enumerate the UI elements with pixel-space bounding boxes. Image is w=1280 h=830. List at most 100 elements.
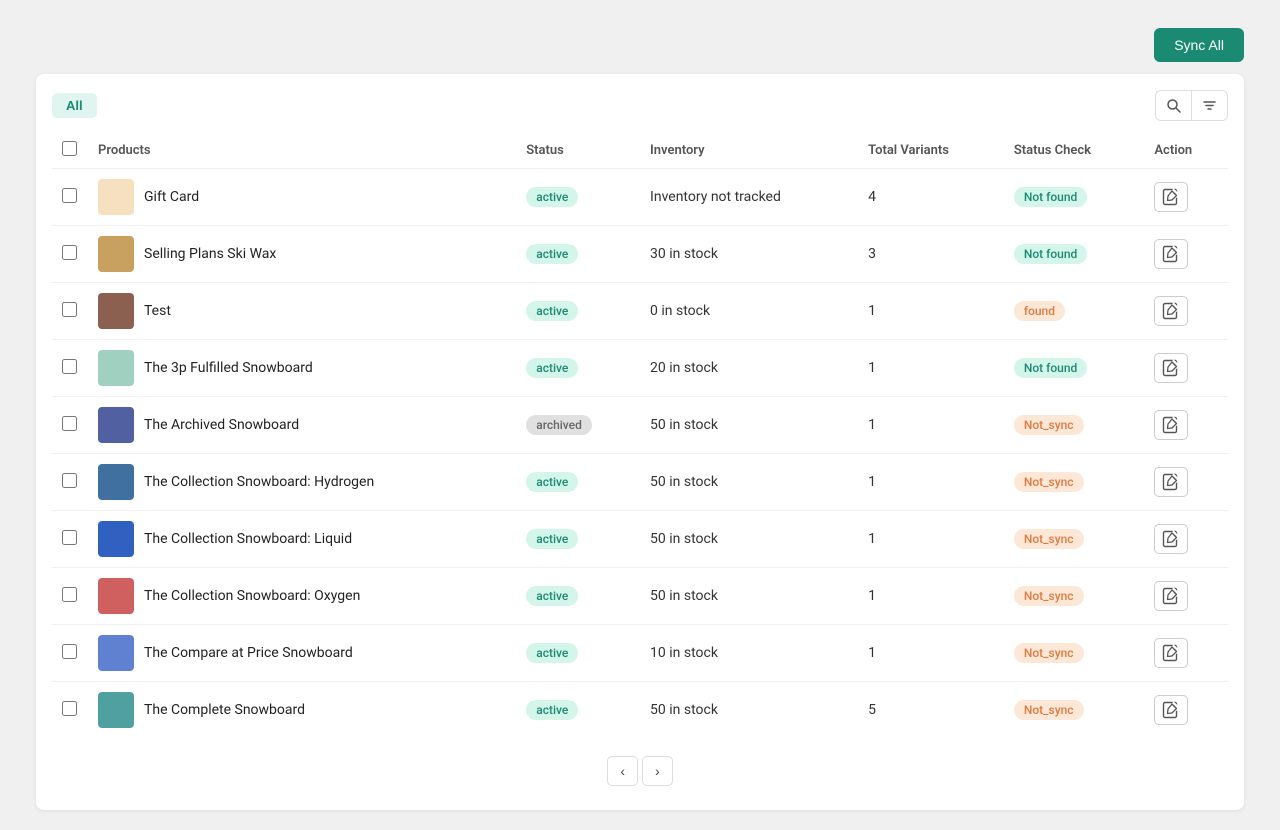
status-badge: active xyxy=(526,244,578,264)
action-cell xyxy=(1144,682,1228,739)
status-badge: active xyxy=(526,301,578,321)
edit-button[interactable] xyxy=(1154,296,1188,326)
row-checkbox-0[interactable] xyxy=(62,188,77,203)
search-button[interactable] xyxy=(1156,91,1192,120)
edit-button[interactable] xyxy=(1154,410,1188,440)
next-page-button[interactable]: › xyxy=(642,756,673,786)
status-check-cell: Not_sync xyxy=(1004,625,1145,682)
total-variants-value: 4 xyxy=(868,189,876,205)
status-check-badge: found xyxy=(1014,301,1065,321)
row-checkbox-cell xyxy=(52,283,88,340)
status-badge: active xyxy=(526,643,578,663)
edit-button[interactable] xyxy=(1154,467,1188,497)
status-badge: archived xyxy=(526,415,592,435)
row-checkbox-4[interactable] xyxy=(62,416,77,431)
inventory-value: 50 in stock xyxy=(650,474,718,490)
edit-button[interactable] xyxy=(1154,638,1188,668)
row-checkbox-2[interactable] xyxy=(62,302,77,317)
row-checkbox-7[interactable] xyxy=(62,587,77,602)
edit-icon xyxy=(1162,587,1180,605)
edit-button[interactable] xyxy=(1154,581,1188,611)
product-cell: Selling Plans Ski Wax xyxy=(88,226,516,283)
product-image xyxy=(98,464,134,500)
product-cell: The Compare at Price Snowboard xyxy=(88,625,516,682)
edit-icon xyxy=(1162,701,1180,719)
status-check-cell: Not_sync xyxy=(1004,568,1145,625)
action-cell xyxy=(1144,283,1228,340)
edit-icon xyxy=(1162,473,1180,491)
table-row: The Collection Snowboard: Hydrogen activ… xyxy=(52,454,1228,511)
row-checkbox-8[interactable] xyxy=(62,644,77,659)
status-badge: active xyxy=(526,472,578,492)
edit-button[interactable] xyxy=(1154,695,1188,725)
edit-button[interactable] xyxy=(1154,239,1188,269)
total-variants-value: 1 xyxy=(868,531,876,547)
top-bar: Sync All xyxy=(20,20,1260,74)
inventory-value: 50 in stock xyxy=(650,531,718,547)
row-checkbox-cell xyxy=(52,511,88,568)
prev-page-button[interactable]: ‹ xyxy=(607,756,638,786)
sync-all-button[interactable]: Sync All xyxy=(1154,28,1244,62)
total-variants-cell: 1 xyxy=(858,625,1004,682)
status-check-badge: Not found xyxy=(1014,358,1087,378)
col-products: Products xyxy=(88,133,516,169)
inventory-value: 20 in stock xyxy=(650,360,718,376)
table-row: Test active 0 in stock 1 found xyxy=(52,283,1228,340)
total-variants-value: 1 xyxy=(868,417,876,433)
edit-button[interactable] xyxy=(1154,524,1188,554)
status-cell: active xyxy=(516,283,640,340)
row-checkbox-5[interactable] xyxy=(62,473,77,488)
product-image xyxy=(98,635,134,671)
action-cell xyxy=(1144,397,1228,454)
product-cell: The Collection Snowboard: Oxygen xyxy=(88,568,516,625)
total-variants-cell: 1 xyxy=(858,568,1004,625)
product-name: The Collection Snowboard: Oxygen xyxy=(144,588,360,604)
row-checkbox-1[interactable] xyxy=(62,245,77,260)
inventory-cell: 50 in stock xyxy=(640,682,858,739)
edit-icon xyxy=(1162,644,1180,662)
row-checkbox-cell xyxy=(52,625,88,682)
edit-button[interactable] xyxy=(1154,182,1188,212)
status-check-cell: Not found xyxy=(1004,226,1145,283)
row-checkbox-cell xyxy=(52,568,88,625)
edit-icon xyxy=(1162,188,1180,206)
select-all-checkbox[interactable] xyxy=(62,141,77,156)
status-check-badge: Not found xyxy=(1014,244,1087,264)
product-name: Selling Plans Ski Wax xyxy=(144,246,276,262)
row-checkbox-9[interactable] xyxy=(62,701,77,716)
product-name: Gift Card xyxy=(144,189,199,205)
inventory-cell: 50 in stock xyxy=(640,568,858,625)
status-check-badge: Not found xyxy=(1014,187,1087,207)
inventory-cell: 50 in stock xyxy=(640,511,858,568)
inventory-cell: 30 in stock xyxy=(640,226,858,283)
inventory-cell: 20 in stock xyxy=(640,340,858,397)
status-cell: active xyxy=(516,169,640,226)
table-header-row: Products Status Inventory Total Variants… xyxy=(52,133,1228,169)
inventory-cell: 50 in stock xyxy=(640,397,858,454)
col-status-check: Status Check xyxy=(1004,133,1145,169)
product-image xyxy=(98,179,134,215)
inventory-value: 50 in stock xyxy=(650,588,718,604)
total-variants-cell: 5 xyxy=(858,682,1004,739)
total-variants-value: 1 xyxy=(868,588,876,604)
total-variants-cell: 3 xyxy=(858,226,1004,283)
products-table: Products Status Inventory Total Variants… xyxy=(52,133,1228,738)
tab-all[interactable]: All xyxy=(52,93,97,118)
product-image xyxy=(98,521,134,557)
table-row: The Collection Snowboard: Liquid active … xyxy=(52,511,1228,568)
col-status: Status xyxy=(516,133,640,169)
inventory-cell: 0 in stock xyxy=(640,283,858,340)
status-check-badge: Not_sync xyxy=(1014,472,1084,492)
row-checkbox-3[interactable] xyxy=(62,359,77,374)
edit-button[interactable] xyxy=(1154,353,1188,383)
page-container: Sync All All xyxy=(20,20,1260,810)
product-image xyxy=(98,236,134,272)
table-row: The Complete Snowboard active 50 in stoc… xyxy=(52,682,1228,739)
row-checkbox-6[interactable] xyxy=(62,530,77,545)
total-variants-cell: 1 xyxy=(858,340,1004,397)
status-check-cell: found xyxy=(1004,283,1145,340)
filter-button[interactable] xyxy=(1192,91,1227,120)
status-check-badge: Not_sync xyxy=(1014,643,1084,663)
row-checkbox-cell xyxy=(52,169,88,226)
total-variants-value: 3 xyxy=(868,246,876,262)
